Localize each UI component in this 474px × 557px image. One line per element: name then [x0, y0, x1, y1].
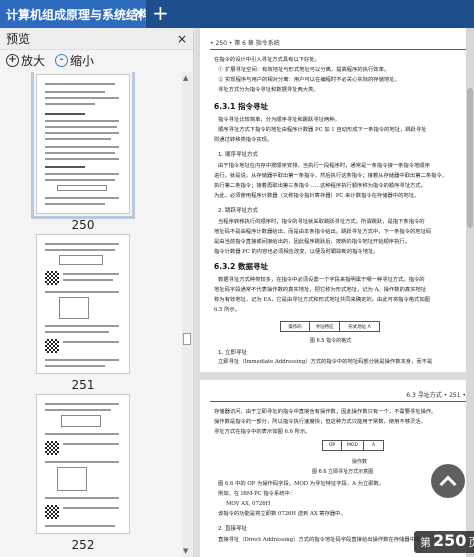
- page-indicator: 第 250 页: [414, 531, 474, 553]
- subsection-heading: 2. 直接寻址: [218, 526, 247, 532]
- body-line: 为此，必须使用程序计数器（又称指令指针寄存器）PC 来计数指令在存储器中的地址。: [214, 193, 420, 199]
- zoom-out-icon: -: [55, 53, 69, 67]
- body-line: 图 6.6 中的 OP 为操作码字段，MOD 为寻址特征字段，A 为立即数。: [218, 481, 385, 487]
- zoom-out-label: 缩小: [70, 53, 95, 68]
- sidebar-toolbar: + 放大 - 缩小: [0, 50, 193, 70]
- body-line: 地址码不是由程序计数器给出，而是由本条指令给出。跳跃寻址方式中，下一条指令的地址…: [214, 229, 432, 235]
- body-line: 执行第二条指令；接着再取出第三条指令……这种程序执行顺序称为指令的顺序寻址方式。: [214, 183, 426, 189]
- subsection-heading: 1. 顺序寻址方式: [218, 152, 258, 158]
- document-tab[interactable]: 计算机组成原理与系统结构 第2 ×: [0, 0, 146, 28]
- tab-title: 计算机组成原理与系统结构 第2: [6, 7, 146, 22]
- body-line: ② 实现程序与用户的相对分离：用户可以在编程时不必关心实际的存储地址。: [218, 77, 400, 83]
- body-line: 称为有效地址，记为 EA，它是由寻址方式和形式地址共同来确定的。由此可将指令格式…: [214, 297, 430, 303]
- figure-cell: MOD: [342, 440, 364, 451]
- body-line: 存储器访问，由于立即寻址的指令中直接含有操作数，因此操作数只有一个，不需要寻址操…: [214, 409, 437, 415]
- body-line: 该指令的功能是将立即数 0726H 送到 AX 寄存器中。: [218, 511, 346, 517]
- body-line: 例如，在 IBM-PC 指令系统中：: [218, 491, 296, 497]
- document-page-250: • 250 • 第 6 章 指令系统 在指令的设计中引入寻址方式具有以下好处。 …: [200, 28, 474, 372]
- body-line: 则通过转移类指令实现。: [214, 137, 273, 143]
- body-line: 操作数是指令的一部分，所以指令执行速度快；但这种方式只能用于常数，使用不够灵活。: [214, 419, 426, 425]
- code-line: MOV AX, 0726H: [226, 501, 271, 507]
- thumbnail-page-number: 250: [71, 218, 95, 232]
- page-indicator-label: 第: [420, 536, 431, 549]
- page-indicator-number: 250: [433, 531, 467, 550]
- page-header: • 250 • 第 6 章 指令系统: [210, 38, 466, 50]
- body-line: 指令计数器 PC 的内容也必须相应改变，以便及时跟踪新的指令地址。: [214, 249, 379, 255]
- zoom-out-button[interactable]: - 缩小: [55, 52, 94, 69]
- subsection-heading: 1. 立即寻址: [218, 350, 247, 356]
- tab-bar: 计算机组成原理与系统结构 第2 × +: [0, 0, 474, 28]
- thumbnail-page-number: 252: [71, 538, 95, 552]
- scroll-to-top-button[interactable]: [431, 464, 465, 498]
- figure-caption: 图 6.5 指令的格式: [310, 338, 352, 344]
- preview-sidebar: 预览 × + 放大 - 缩小 250 251 252 ▲ ▼: [0, 28, 194, 557]
- sidebar-title: 预览: [6, 32, 31, 46]
- thumbnail-page-250[interactable]: [31, 72, 135, 219]
- figure-label: 操作数: [352, 459, 368, 465]
- body-line: 由于指令地址在内存中按顺序安排，当执行一段程序时，通常是一条指令接一条指令地顺序: [218, 163, 430, 169]
- body-line: 寻址方式在指令中的表示如图 6.6 所示。: [214, 429, 311, 435]
- viewer-scrollbar[interactable]: [466, 28, 474, 557]
- subsection-heading: 2. 跳跃寻址方式: [218, 208, 258, 214]
- figure-cell: OP: [322, 440, 342, 451]
- panel-splitter-handle[interactable]: [183, 333, 191, 345]
- zoom-in-button[interactable]: + 放大: [6, 52, 45, 69]
- sidebar-header: 预览 ×: [0, 28, 193, 50]
- body-line: 数据寻址方式种类较多，在指令中必须设置一个字段来指明属于哪一种寻址方式。指令的: [218, 277, 425, 283]
- body-line: 顺序寻址方式下指令的地址由程序计数器 PC 加 1 自动形成下一条指令的地址，跳…: [218, 127, 427, 133]
- figure-cell: 形式地址 A: [340, 321, 380, 332]
- close-tab-icon[interactable]: ×: [133, 6, 145, 20]
- close-sidebar-icon[interactable]: ×: [177, 32, 187, 46]
- zoom-in-label: 放大: [21, 53, 46, 68]
- new-tab-icon[interactable]: +: [152, 3, 169, 23]
- body-line: 立即寻址（Immediate Addressing）方式的指令中的地址码部分就是…: [218, 359, 433, 365]
- instruction-format-figure: 操作码 寻址特征 形式地址 A: [280, 321, 380, 332]
- immediate-addressing-figure: OP MOD A: [322, 440, 384, 451]
- scroll-up-icon[interactable]: ▲: [183, 74, 188, 82]
- zoom-in-icon: +: [6, 53, 19, 67]
- figure-cell: A: [364, 440, 384, 451]
- figure-cell: 操作码: [280, 321, 310, 332]
- figure-caption: 图 6.6 立即寻址方式示意图: [312, 469, 374, 475]
- body-line: ① 扩展寻址空间：有效地址与形式地址可以分离，提高程序的执行效率。: [218, 67, 390, 73]
- thumbnail-list: 250 251 252: [0, 72, 180, 557]
- thumbnail-page-number: 251: [71, 378, 95, 392]
- body-line: 进行。就是说，从存储器中取出第一条指令，然后执行这条指令；接着从存储器中取出第二…: [214, 173, 448, 179]
- body-line: 指令寻址比较简单，分为顺序寻址和跳跃寻址两种。: [218, 117, 340, 123]
- body-line: 在指令的设计中引入寻址方式具有以下好处。: [214, 57, 320, 63]
- scroll-down-icon[interactable]: ▼: [183, 547, 188, 555]
- thumbnail-page-252[interactable]: [36, 394, 130, 534]
- page-header: 6.3 寻址方式 • 251 •: [210, 390, 466, 402]
- figure-cell: 寻址特征: [310, 321, 340, 332]
- scrollbar-thumb[interactable]: [467, 88, 473, 228]
- body-line: 当程序转移执行的顺序时，指令的寻址就采取跳跃寻址方式。所谓跳跃，是指下条指令的: [218, 219, 425, 225]
- body-line: 6.5 所示。: [214, 307, 240, 313]
- chevron-up-icon: [439, 475, 457, 493]
- body-line: 地址码字段通常不代表操作数的真实地址，把它称为形式地址，记为 A。操作数的真实地…: [214, 287, 427, 293]
- body-line: 寻址方式分为指令寻址和数据寻址两大类。: [218, 87, 319, 93]
- section-heading: 6.3.2 数据寻址: [214, 262, 268, 271]
- body-line: 是由当前指令直接或间接给出的，因此程序跳跃后，按新的指令地址开始顺序执行。: [214, 239, 410, 245]
- sidebar-scrollbar[interactable]: ▲ ▼: [182, 72, 192, 557]
- section-heading: 6.3.1 指令寻址: [214, 102, 268, 111]
- page-indicator-suffix: 页: [468, 536, 474, 549]
- thumbnail-page-251[interactable]: [36, 234, 130, 374]
